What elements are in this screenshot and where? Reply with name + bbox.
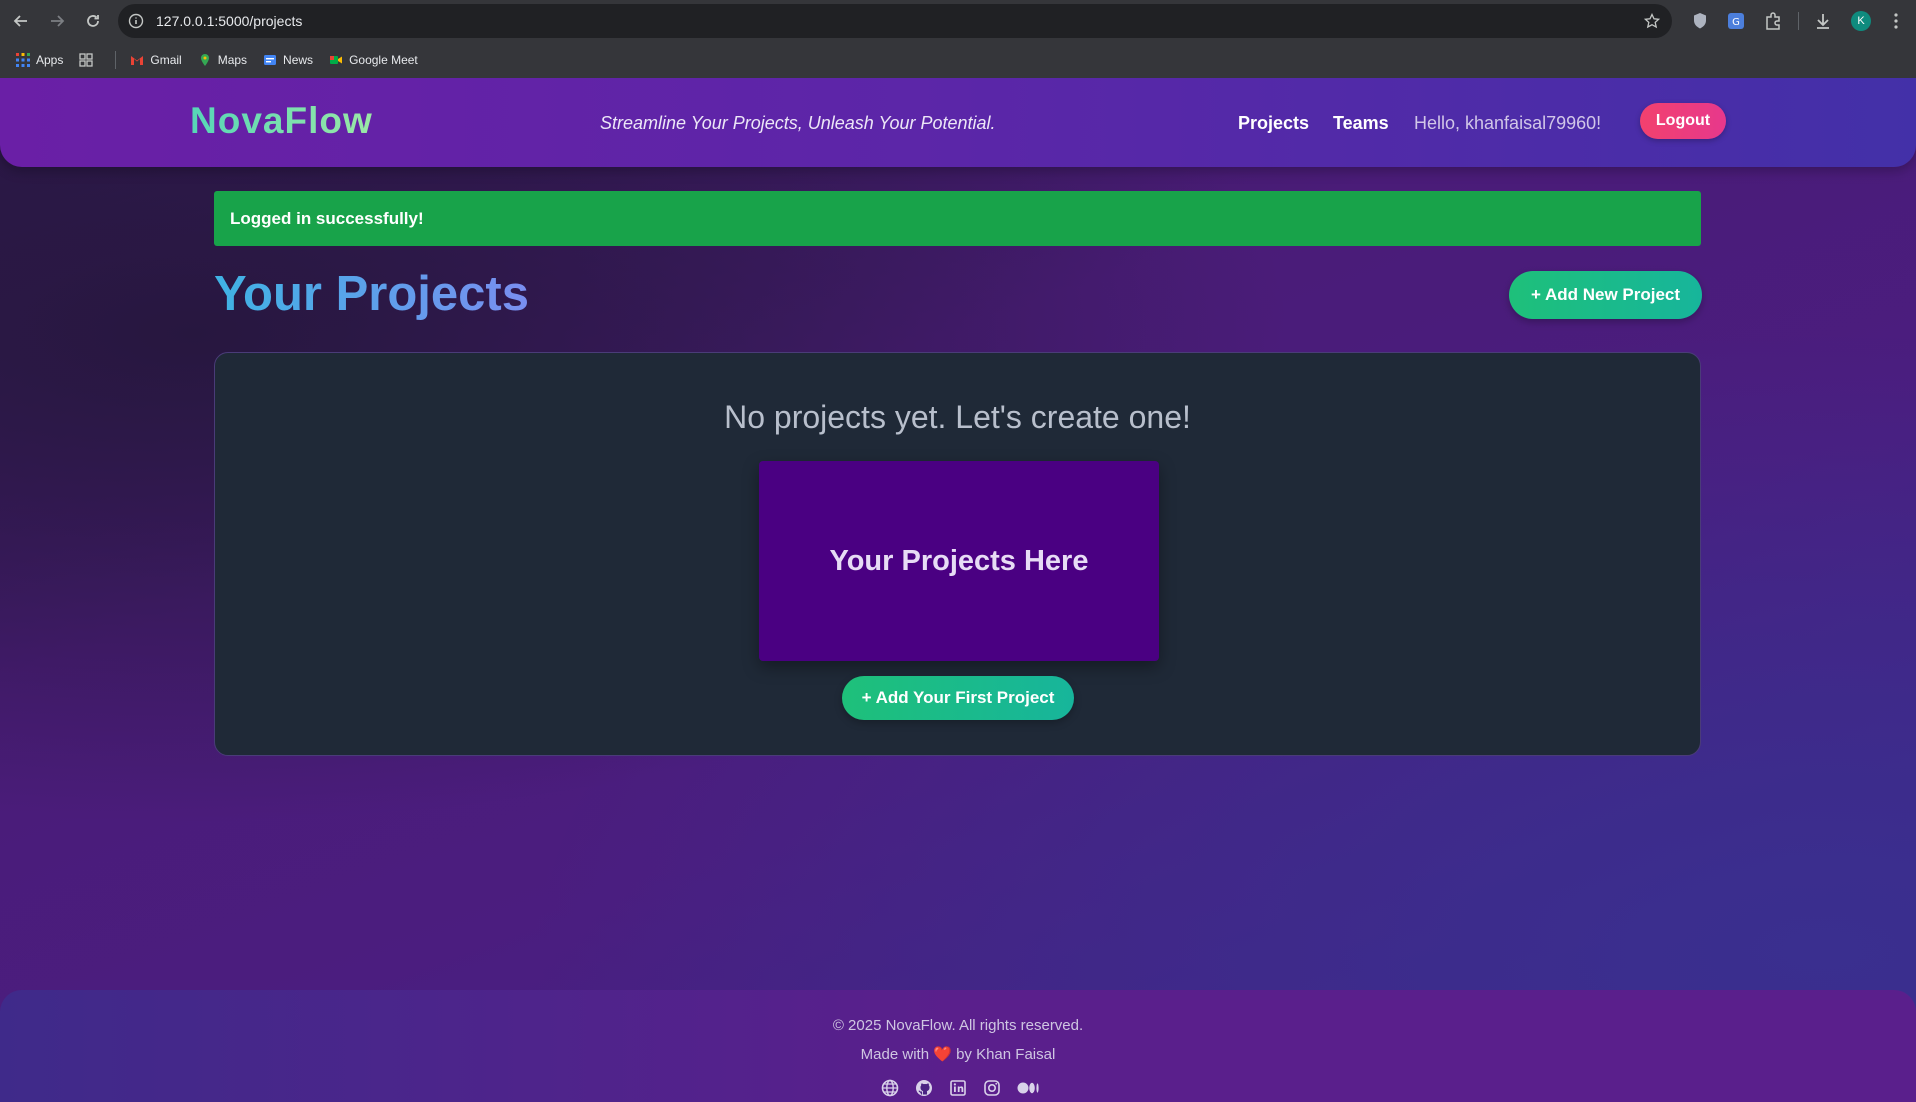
bookmark-label: Gmail xyxy=(150,53,182,67)
alert-message: Logged in successfully! xyxy=(230,208,424,228)
globe-icon[interactable] xyxy=(880,1078,900,1098)
profile-avatar[interactable]: K xyxy=(1851,11,1871,31)
projects-panel: No projects yet. Let's create one! Your … xyxy=(214,352,1701,756)
arrow-right-icon xyxy=(51,15,65,27)
bookmark-label: Maps xyxy=(217,53,248,67)
meet-icon xyxy=(329,53,343,67)
made-prefix: Made with xyxy=(860,1046,930,1063)
maps-pin-icon xyxy=(198,53,212,67)
download-icon[interactable] xyxy=(1813,11,1833,31)
shield-extension-icon[interactable] xyxy=(1690,11,1710,31)
site-header: NovaFlow Streamline Your Projects, Unlea… xyxy=(0,78,1916,167)
made-suffix: by Khan Faisal xyxy=(956,1046,1056,1063)
add-new-project-button[interactable]: + Add New Project xyxy=(1509,271,1702,319)
medium-icon[interactable] xyxy=(1016,1078,1040,1098)
bookmark-label: News xyxy=(283,53,314,67)
site-info-icon[interactable] xyxy=(128,13,144,29)
logout-button[interactable]: Logout xyxy=(1640,103,1726,139)
bookmark-label: Apps xyxy=(36,53,64,67)
bookmark-star-icon[interactable] xyxy=(1644,13,1660,29)
nav-projects-link[interactable]: Projects xyxy=(1238,113,1309,134)
bookmark-label: Google Meet xyxy=(349,53,418,67)
social-links xyxy=(880,1078,1054,1098)
bookmark-maps[interactable]: Maps xyxy=(198,53,247,67)
bookmark-apps[interactable]: Apps xyxy=(16,53,63,67)
page-title: Your Projects xyxy=(214,267,529,321)
user-greeting: Hello, khanfaisal79960! xyxy=(1414,113,1602,133)
svg-text:G: G xyxy=(1732,17,1740,28)
site-footer: © 2025 NovaFlow. All rights reserved. Ma… xyxy=(0,990,1916,1102)
add-first-project-button[interactable]: + Add Your First Project xyxy=(842,676,1074,720)
translate-extension-icon[interactable]: G xyxy=(1726,11,1746,31)
bookmark-tab-groups[interactable] xyxy=(79,53,99,67)
linkedin-icon[interactable] xyxy=(948,1078,968,1098)
browser-chrome: 127.0.0.1:5000/projects G K Apps Gmail M… xyxy=(0,0,1916,78)
heart-icon: ❤️ xyxy=(933,1046,952,1063)
github-icon[interactable] xyxy=(914,1078,934,1098)
url-text: 127.0.0.1:5000/projects xyxy=(156,13,303,29)
nav-teams-link[interactable]: Teams xyxy=(1333,113,1389,134)
extensions-puzzle-icon[interactable] xyxy=(1763,11,1783,31)
toolbar-divider xyxy=(1798,12,1799,30)
apps-grid-icon xyxy=(16,53,30,67)
bookmark-gmail[interactable]: Gmail xyxy=(130,53,182,67)
empty-state-message: No projects yet. Let's create one! xyxy=(724,399,1191,435)
browser-toolbar: 127.0.0.1:5000/projects G K xyxy=(0,0,1916,42)
menu-kebab-icon[interactable] xyxy=(1886,11,1906,31)
bookmarks-bar: Apps Gmail Maps News Google Meet xyxy=(0,42,1916,78)
bookmark-news[interactable]: News xyxy=(263,53,313,67)
arrow-left-icon xyxy=(13,15,27,27)
gmail-icon xyxy=(130,53,144,67)
placeholder-text: Your Projects Here xyxy=(829,544,1089,577)
news-icon xyxy=(263,53,277,67)
made-with-line: Made with ❤️ by Khan Faisal xyxy=(0,1045,1916,1063)
reload-icon xyxy=(87,15,99,27)
bookmark-google-meet[interactable]: Google Meet xyxy=(329,53,418,67)
copyright-text: © 2025 NovaFlow. All rights reserved. xyxy=(832,1017,1084,1034)
projects-placeholder-image: Your Projects Here xyxy=(759,461,1159,661)
success-alert: Logged in successfully! xyxy=(214,191,1701,246)
reload-button[interactable] xyxy=(75,3,111,39)
tagline: Streamline Your Projects, Unleash Your P… xyxy=(600,113,996,133)
address-bar[interactable]: 127.0.0.1:5000/projects xyxy=(118,4,1672,38)
bookmarks-divider xyxy=(115,51,117,69)
page: NovaFlow Streamline Your Projects, Unlea… xyxy=(0,78,1916,1102)
tab-groups-icon xyxy=(79,53,94,67)
brand-logo[interactable]: NovaFlow xyxy=(190,100,373,142)
instagram-icon[interactable] xyxy=(982,1078,1002,1098)
back-button[interactable] xyxy=(3,3,39,39)
forward-button[interactable] xyxy=(39,3,75,39)
